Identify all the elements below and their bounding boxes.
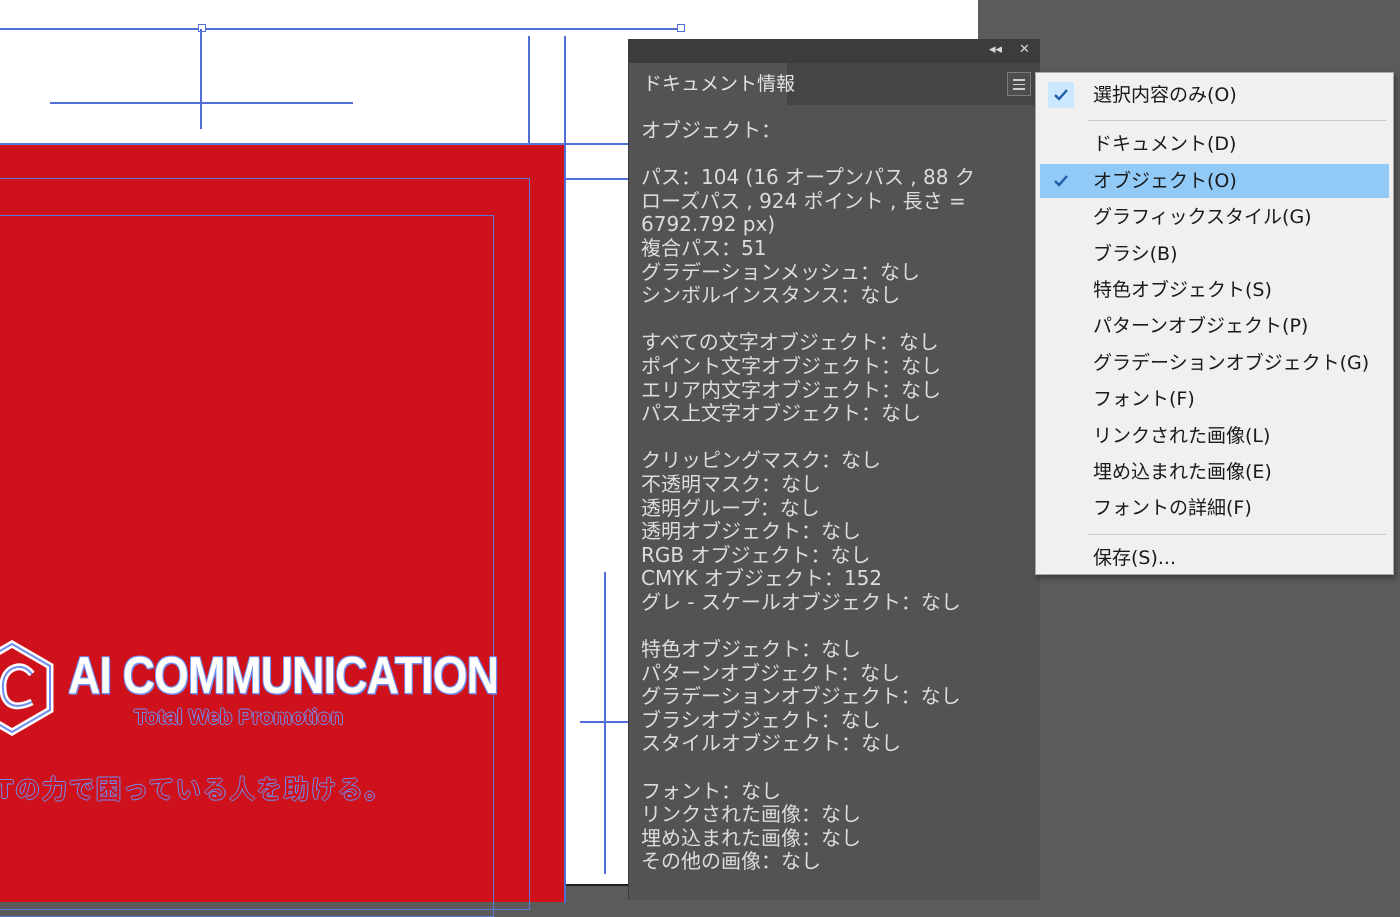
- crop-mark-horizontal: [580, 721, 628, 723]
- info-line: エリア内文字オブジェクト：なし: [641, 377, 941, 402]
- menu-item[interactable]: ブラシ(B): [1040, 237, 1389, 271]
- menu-item-label: 埋め込まれた画像(E): [1093, 461, 1272, 483]
- info-line: 不透明マスク：なし: [641, 471, 821, 496]
- info-line: その他の画像：なし: [641, 849, 821, 874]
- info-line: CMYK オブジェクト：152: [641, 566, 883, 591]
- info-line: すべての文字オブジェクト：なし: [641, 330, 939, 355]
- document-info-content: オブジェクト： パス：104 (16 オープンパス , 88 クローズパス , 9…: [629, 105, 1040, 874]
- menu-item-label: ドキュメント(D): [1093, 133, 1237, 156]
- document-info-panel: ◂◂ ✕ ドキュメント情報 オブジェクト： パス：104 (16 オープンパス ,…: [628, 39, 1040, 900]
- info-line: 透明オブジェクト：なし: [641, 519, 861, 544]
- info-line: 特色オブジェクト：なし: [641, 637, 861, 662]
- info-line: シンボルインスタンス：なし: [641, 283, 901, 308]
- menu-separator: [1088, 120, 1386, 122]
- info-line: RGB オブジェクト：なし: [641, 542, 871, 567]
- info-line: 埋め込まれた画像：なし: [641, 825, 861, 850]
- info-line: 複合パス：51: [641, 235, 767, 260]
- crop-mark-vertical: [200, 29, 202, 129]
- checkmark-icon: [1048, 241, 1074, 267]
- trim-guide-vertical: [564, 36, 566, 146]
- menu-item[interactable]: 保存(S)...: [1040, 541, 1389, 575]
- menu-item[interactable]: リンクされた画像(L): [1040, 419, 1389, 453]
- menu-item[interactable]: グラフィックスタイル(G): [1040, 200, 1389, 234]
- selection-handle[interactable]: [677, 24, 685, 32]
- hamburger-icon[interactable]: [1007, 72, 1031, 96]
- checkmark-icon: [1048, 495, 1074, 521]
- info-line: リンクされた画像：なし: [641, 802, 861, 827]
- checkmark-icon: [1048, 313, 1074, 339]
- crop-mark-horizontal: [566, 143, 628, 145]
- info-line: ポイント文字オブジェクト：なし: [641, 353, 941, 378]
- menu-item[interactable]: オブジェクト(O): [1040, 163, 1389, 198]
- logo-title: AI COMMUNICATION: [68, 647, 499, 705]
- info-line: パス上文字オブジェクト：なし: [641, 401, 921, 426]
- info-line: 6792.792 px): [641, 212, 776, 237]
- info-line: パターンオブジェクト：なし: [641, 660, 900, 685]
- menu-item-label: フォント(F): [1093, 388, 1195, 411]
- info-line: フォント：なし: [641, 778, 781, 803]
- checkmark-icon: [1048, 545, 1074, 571]
- trim-guide-vertical: [528, 36, 530, 146]
- double-chevron-left-icon[interactable]: ◂◂: [989, 42, 1002, 58]
- menu-item[interactable]: グラデーションオブジェクト(G): [1040, 346, 1389, 380]
- checkmark-icon: [1048, 277, 1074, 303]
- menu-separator: [1088, 533, 1386, 535]
- info-line: グラデーションメッシュ：なし: [641, 259, 920, 284]
- menu-item-label: 特色オブジェクト(S): [1093, 279, 1272, 301]
- checkmark-icon: [1048, 459, 1074, 485]
- menu-item-label: オブジェクト(O): [1093, 169, 1237, 192]
- menu-item-label: グラフィックスタイル(G): [1093, 206, 1312, 229]
- panel-titlebar[interactable]: ◂◂ ✕: [629, 39, 1040, 63]
- logo-subtitle: Total Web Promotion: [134, 706, 344, 729]
- info-line: パス：104 (16 オープンパス , 88 ク: [641, 165, 975, 190]
- info-line: 透明グループ：なし: [641, 495, 820, 520]
- crop-mark-horizontal: [566, 178, 628, 180]
- checkmark-icon: [1048, 350, 1074, 376]
- info-line: グレ - スケールオブジェクト：なし: [641, 589, 961, 614]
- menu-item-label: ブラシ(B): [1093, 242, 1178, 265]
- card-right-edge: [564, 143, 566, 903]
- crop-mark-vertical: [604, 572, 606, 874]
- menu-item-label: リンクされた画像(L): [1093, 424, 1271, 447]
- crop-mark-horizontal: [50, 102, 353, 104]
- menu-item[interactable]: フォント(F): [1040, 382, 1389, 416]
- tab-document-info[interactable]: ドキュメント情報: [629, 63, 795, 105]
- info-line: クリッピングマスク：なし: [641, 448, 881, 473]
- company-emblem-logo: [0, 640, 54, 736]
- menu-item-label: 選択内容のみ(O): [1093, 84, 1237, 106]
- selection-bounds-top: [0, 28, 682, 30]
- info-line: ローズパス , 924 ポイント , 長さ =: [641, 188, 966, 213]
- menu-item-label: フォントの詳細(F): [1093, 497, 1252, 520]
- info-line: ブラシオブジェクト：なし: [641, 707, 881, 732]
- checkmark-icon: [1048, 82, 1074, 108]
- panel-flyout-menu: 選択内容のみ(O) ドキュメント(D) オブジェクト(O) グラフィックスタイル(G)…: [1035, 72, 1394, 575]
- menu-item[interactable]: フォントの詳細(F): [1040, 491, 1389, 525]
- checkmark-icon: [1048, 423, 1074, 449]
- menu-item-label: パターンオブジェクト(P): [1093, 315, 1309, 338]
- checkmark-icon: [1048, 204, 1074, 230]
- info-line: スタイルオブジェクト：なし: [641, 731, 901, 756]
- menu-item-label: グラデーションオブジェクト(G): [1093, 351, 1370, 374]
- safe-area-guide: [0, 215, 494, 917]
- menu-item[interactable]: ドキュメント(D): [1040, 127, 1389, 161]
- info-line: グラデーションオブジェクト：なし: [641, 684, 961, 709]
- menu-item[interactable]: 特色オブジェクト(S): [1040, 273, 1389, 307]
- card-tagline: Tの力で困っている人を助ける。: [0, 775, 392, 804]
- checkmark-icon: [1048, 168, 1074, 194]
- info-line: オブジェクト：: [641, 118, 781, 142]
- checkmark-icon: [1048, 131, 1074, 157]
- menu-item[interactable]: パターンオブジェクト(P): [1040, 309, 1389, 343]
- panel-tab-bar: ドキュメント情報: [629, 63, 1040, 105]
- menu-item[interactable]: 埋め込まれた画像(E): [1040, 455, 1389, 489]
- menu-item[interactable]: 選択内容のみ(O): [1040, 78, 1389, 112]
- checkmark-icon: [1048, 386, 1074, 412]
- close-icon[interactable]: ✕: [1019, 42, 1030, 58]
- menu-item-label: 保存(S)...: [1093, 546, 1177, 569]
